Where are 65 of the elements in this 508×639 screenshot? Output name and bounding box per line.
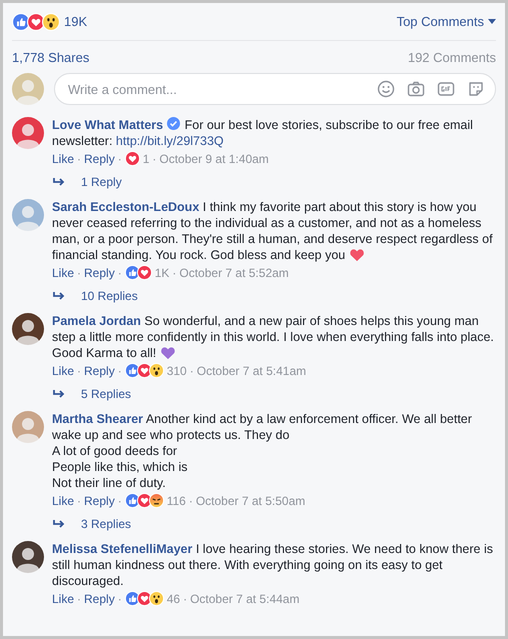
reply-arrow-icon [53, 518, 67, 528]
separator-dot: · [183, 592, 188, 606]
reply-arrow-icon [53, 290, 67, 300]
like-link[interactable]: Like [52, 494, 74, 508]
love-reaction-icon [124, 151, 140, 166]
like-link[interactable]: Like [52, 266, 74, 280]
avatar[interactable] [12, 541, 44, 573]
view-replies-link[interactable]: 5 Replies [81, 386, 132, 400]
separator-dot: · [77, 592, 82, 606]
shares-link[interactable]: 1,778 Shares [12, 50, 90, 64]
love-reaction-icon [136, 265, 152, 280]
view-replies-link[interactable]: 3 Replies [81, 516, 132, 530]
comment-text: Sarah Eccleston-LeDoux I think my favorite part about this story is how you never ceased referring to the individual as a customer, and not as a homeless man, or a poor person. They're still a human, and deserve respect regardless of financial standing. You rock. God bless and keep you [52, 199, 494, 263]
comment-text: Melissa StefenelliMayer I love hearing these stories. We need to know there is still human kindness out there. With everything going on its easy to get discouraged. [52, 541, 494, 589]
separator-dot: · [77, 494, 82, 508]
like-link[interactable]: Like [52, 592, 74, 606]
comment-input[interactable]: Write a comment... [66, 80, 365, 98]
separator-dot: · [188, 494, 193, 508]
reply-link[interactable]: Reply [84, 494, 115, 508]
reply-link[interactable]: Reply [84, 152, 115, 166]
sort-dropdown[interactable]: Top Comments [396, 14, 496, 29]
separator-dot: · [190, 364, 194, 378]
wow-reaction-icon [148, 363, 164, 378]
view-replies-link[interactable]: 10 Replies [81, 288, 138, 302]
separator-dot: · [152, 152, 156, 166]
comment-field[interactable]: Write a comment... [54, 73, 496, 105]
camera-icon[interactable] [407, 80, 425, 98]
like-reaction-icon [12, 12, 30, 30]
comments-count: 192 Comments [408, 50, 496, 64]
reply-link[interactable]: Reply [84, 364, 115, 378]
gif-icon[interactable] [437, 80, 455, 98]
separator-dot: · [118, 364, 122, 378]
author-link[interactable]: Pamela Jordan [52, 314, 141, 328]
reply-link[interactable]: Reply [84, 266, 115, 280]
wow-reaction-icon [148, 591, 164, 606]
reply-link[interactable]: Reply [84, 592, 115, 606]
view-replies-link[interactable]: 1 Reply [81, 174, 122, 188]
like-link[interactable]: Like [52, 364, 74, 378]
newsletter-link[interactable]: http://bit.ly/29l733Q [116, 134, 224, 148]
like-link[interactable]: Like [52, 152, 74, 166]
wow-reaction-icon [42, 12, 60, 30]
author-link[interactable]: Martha Shearer [52, 412, 144, 426]
author-link[interactable]: Sarah Eccleston-LeDoux [52, 200, 200, 214]
reaction-count[interactable]: 19K [64, 14, 88, 29]
author-link[interactable]: Love What Matters [52, 118, 164, 132]
separator-dot: · [118, 592, 122, 606]
separator-dot: · [77, 152, 82, 166]
reply-arrow-icon [53, 388, 67, 398]
separator-dot: · [77, 364, 82, 378]
love-reaction-icon [27, 12, 45, 30]
avatar[interactable] [12, 313, 44, 345]
separator-dot: · [118, 494, 122, 508]
separator-dot: · [172, 266, 176, 280]
comment-text: Martha Shearer Another kind act by a law enforcement officer. We all better wake up and see who protects us. They do A lot of good deeds for People like this, which is Not their line of duty. [52, 411, 473, 491]
author-link[interactable]: Melissa StefenelliMayer [52, 542, 192, 556]
reply-arrow-icon [53, 176, 67, 186]
caret-icon [488, 19, 496, 24]
sticker-icon[interactable] [467, 80, 485, 98]
separator-dot: · [118, 152, 122, 166]
separator-dot: · [118, 266, 122, 280]
separator-dot: · [77, 266, 82, 280]
comment-text: Pamela Jordan So wonderful, and a new pair of shoes helps this young man step a little more confidently in this world. I love when everything falls into place. Good Karma to all! [52, 313, 495, 361]
angry-reaction-icon [148, 493, 164, 508]
emoji-icon[interactable] [377, 80, 395, 98]
comment-text: Love What Matters For our best love stories, subscribe to our free email newsletter: http://bit.ly/29l733Q [52, 117, 474, 149]
